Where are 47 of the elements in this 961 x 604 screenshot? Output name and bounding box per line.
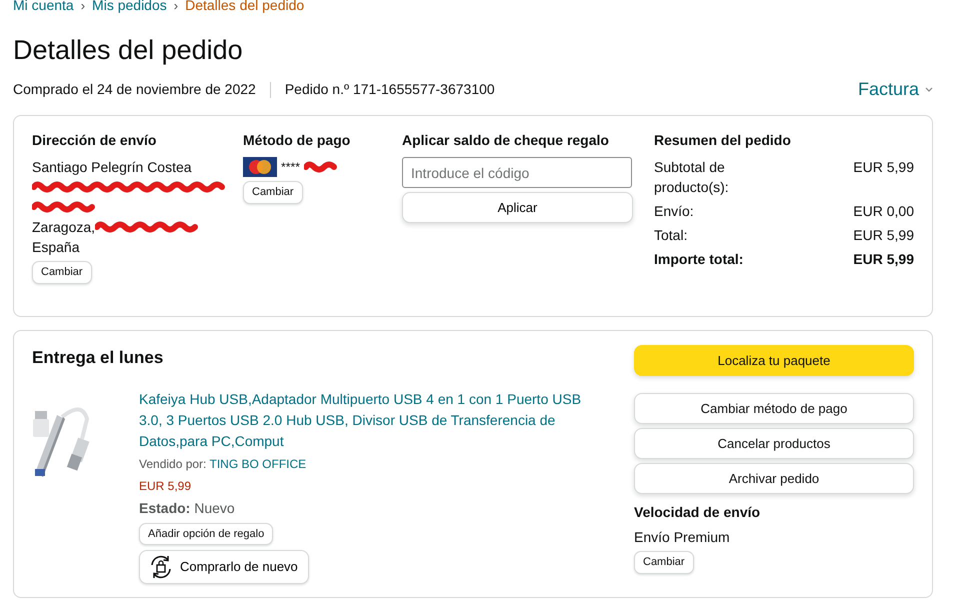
- invoice-link[interactable]: Factura: [858, 76, 933, 104]
- section-heading: Dirección de envío: [32, 131, 158, 150]
- shipping-speed: Envío Premium: [634, 528, 731, 548]
- summary-amount: EUR 0,00: [853, 202, 914, 222]
- breadcrumb-separator: ›: [174, 0, 178, 15]
- action-button[interactable]: Cancelar productos: [634, 428, 914, 460]
- buy-again-button[interactable]: Comprarlo de nuevo: [139, 550, 309, 584]
- product-price: EUR 5,99: [139, 478, 192, 495]
- redaction-mark: [32, 201, 98, 214]
- breadcrumb-link[interactable]: Mi cuenta: [13, 0, 74, 16]
- caret-icon: [925, 87, 933, 92]
- breadcrumb-current: Detalles del pedido: [185, 0, 304, 15]
- breadcrumb-separator: ›: [80, 0, 86, 15]
- condition-text: Estado: Nuevo: [139, 498, 236, 518]
- track-package-button[interactable]: Localiza tu paquete: [634, 345, 914, 376]
- product-link[interactable]: Kafeiya Hub USB,Adaptador Multipuerto USB 4 en 1 con 1 Puerto USB 3.0, 3 Puertos USB 2.0 Hub USB, Divisor USB de Transferencia de Datos,para PC,Comput: [139, 388, 594, 452]
- action-button[interactable]: Archivar pedido: [634, 463, 914, 494]
- apply-button[interactable]: Aplicar: [402, 192, 633, 224]
- section-heading: Resumen del pedido: [654, 131, 792, 150]
- section-heading: Velocidad de envío: [634, 503, 762, 522]
- change-button[interactable]: Cambiar: [243, 181, 303, 204]
- summary-label: Envío:: [654, 202, 694, 222]
- address-line: España: [32, 239, 80, 256]
- summary-amount: EUR 5,99: [853, 250, 914, 270]
- summary-amount: EUR 5,99: [853, 158, 914, 178]
- seller-link[interactable]: TING BO OFFICE: [210, 456, 306, 471]
- page-title: Detalles del pedido: [13, 34, 244, 66]
- summary-label: Subtotal de producto(s):: [654, 158, 730, 198]
- summary-label: Importe total:: [654, 250, 744, 270]
- code-input[interactable]: Introduce el código: [402, 157, 632, 188]
- change-button[interactable]: Cambiar: [32, 261, 92, 284]
- action-button[interactable]: Cambiar método de pago: [634, 393, 914, 424]
- order-number: Pedido n.º 171-1655577-3673100: [284, 80, 495, 100]
- section-heading: Método de pago: [243, 131, 352, 150]
- address-line: Zaragoza,: [32, 218, 96, 238]
- seller-line: Vendido por: TING BO OFFICE: [139, 456, 308, 473]
- card-icon: [243, 157, 277, 178]
- summary-label: Total:: [654, 226, 688, 246]
- address-line: Santiago Pelegrín Costea: [32, 159, 192, 176]
- section-heading: Aplicar saldo de cheque regalo: [402, 131, 610, 150]
- change-button[interactable]: Cambiar: [634, 551, 694, 574]
- purchase-date: Comprado el 24 de noviembre de 2022: [13, 80, 256, 100]
- gift-option-button[interactable]: Añadir opción de regalo: [139, 522, 274, 546]
- breadcrumb-link[interactable]: Mis pedidos: [92, 0, 167, 16]
- card-number: ****: [281, 159, 300, 176]
- delivery-heading: Entrega el lunes: [32, 347, 164, 370]
- summary-amount: EUR 5,99: [853, 226, 914, 246]
